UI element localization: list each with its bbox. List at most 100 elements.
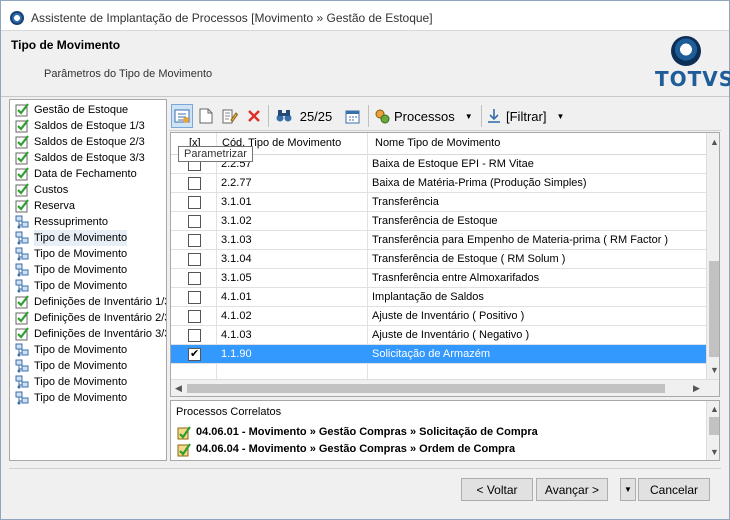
table-row[interactable]: 3.1.02 Transferência de Estoque	[171, 212, 706, 231]
wizard-step-label: Custos	[34, 184, 69, 196]
related-vertical-scrollbar[interactable]: ▲ ▼	[706, 401, 719, 460]
row-code: 3.1.03	[221, 234, 252, 246]
page-title: Tipo de Movimento	[11, 38, 121, 52]
wizard-step-label: Definições de Inventário 3/3	[34, 328, 167, 340]
row-name: Baixa de Estoque EPI - RM Vitae	[372, 158, 534, 170]
row-checkbox[interactable]	[188, 253, 201, 266]
wizard-step-label: Saldos de Estoque 2/3	[34, 136, 145, 148]
related-process-label: 04.06.01 - Movimento » Gestão Compras » …	[196, 426, 538, 438]
new-record-button[interactable]	[195, 104, 217, 128]
wizard-step-label: Tipo de Movimento	[34, 392, 128, 404]
step-icon	[15, 359, 29, 373]
scroll-right-icon: ▶	[693, 383, 700, 393]
related-processes-title: Processos Correlatos	[176, 406, 282, 418]
grid-toolbar: 25/25 Processos ▼ [Filtrar] ▼	[169, 101, 721, 131]
check-icon	[15, 327, 29, 341]
step-icon	[15, 247, 29, 261]
wizard-window: Assistente de Implantação de Processos […	[0, 0, 730, 520]
step-icon	[15, 231, 29, 245]
scroll-thumb[interactable]	[187, 384, 665, 393]
cancel-button[interactable]: Cancelar	[638, 478, 710, 501]
row-name: Baixa de Matéria-Prima (Produção Simples…	[372, 177, 587, 189]
grid-horizontal-scrollbar[interactable]: ◀ ▶	[171, 379, 719, 396]
delete-icon	[248, 110, 260, 122]
scroll-down-icon: ▼	[710, 447, 719, 457]
table-row[interactable]: 4.1.01 Implantação de Saldos	[171, 288, 706, 307]
options-dropdown-button[interactable]: ▼	[620, 478, 636, 501]
totvs-logo-icon	[671, 36, 701, 66]
row-checkbox[interactable]	[188, 329, 201, 342]
tipo-movimento-grid: [x] Cód. Tipo de Movimento Nome Tipo de …	[170, 132, 720, 397]
row-name: Solicitação de Armazém	[372, 348, 490, 360]
row-code: 4.1.01	[221, 291, 252, 303]
row-name: Ajuste de Inventário ( Positivo )	[372, 310, 525, 322]
wizard-steps-list: Gestão de Estoque Saldos de Estoque 1/3 Sa…	[9, 99, 167, 461]
row-name: Implantação de Saldos	[372, 291, 484, 303]
wizard-step-label: Saldos de Estoque 1/3	[34, 120, 145, 132]
table-row[interactable]: 4.1.02 Ajuste de Inventário ( Positivo )	[171, 307, 706, 326]
row-code: 3.1.04	[221, 253, 252, 265]
new-document-icon	[199, 108, 213, 124]
row-checkbox[interactable]	[188, 177, 201, 190]
parametrize-icon	[174, 109, 190, 123]
check-icon	[15, 167, 29, 181]
check-icon	[15, 151, 29, 165]
row-checkbox[interactable]	[188, 196, 201, 209]
parametrizar-button[interactable]	[171, 104, 193, 128]
row-checkbox[interactable]	[188, 234, 201, 247]
row-checkbox[interactable]	[188, 291, 201, 304]
row-name: Transferência para Empenho de Materia-pr…	[372, 234, 669, 246]
table-row[interactable]: 4.1.03 Ajuste de Inventário ( Negativo )	[171, 326, 706, 345]
table-row[interactable]: 3.1.03 Transferência para Empenho de Mate…	[171, 231, 706, 250]
check-icon	[15, 199, 29, 213]
edit-record-button[interactable]	[219, 104, 241, 128]
window-title: Assistente de Implantação de Processos […	[31, 11, 433, 25]
row-name: Transferência de Estoque ( RM Solum )	[372, 253, 566, 265]
row-name: Transferência	[372, 196, 439, 208]
row-checkbox[interactable]	[188, 215, 201, 228]
step-icon	[15, 279, 29, 293]
row-checkbox[interactable]	[188, 272, 201, 285]
check-icon	[15, 119, 29, 133]
check-icon	[15, 295, 29, 309]
scroll-thumb[interactable]	[709, 261, 719, 357]
row-name: Ajuste de Inventário ( Negativo )	[372, 329, 530, 341]
step-icon	[15, 343, 29, 357]
check-icon	[15, 183, 29, 197]
header-name[interactable]: Nome Tipo de Movimento	[375, 137, 500, 149]
row-checkbox[interactable]	[188, 310, 201, 323]
row-checkbox[interactable]	[188, 347, 201, 361]
filtrar-label: [Filtrar]	[506, 108, 547, 124]
filtrar-dropdown[interactable]: [Filtrar] ▼	[487, 104, 573, 128]
table-row[interactable]: 3.1.01 Transferência	[171, 193, 706, 212]
table-row[interactable]: 3.1.05 Trasnferência entre Almoxarifados	[171, 269, 706, 288]
table-row[interactable]: 3.1.04 Transferência de Estoque ( RM Solu…	[171, 250, 706, 269]
delete-record-button[interactable]	[243, 104, 265, 128]
table-row[interactable]: 2.2.77 Baixa de Matéria-Prima (Produção S…	[171, 174, 706, 193]
grid-vertical-scrollbar[interactable]: ▲ ▼	[706, 133, 719, 379]
scroll-up-icon: ▲	[710, 137, 719, 147]
scroll-thumb[interactable]	[709, 417, 719, 435]
next-button[interactable]: Avançar >	[536, 478, 608, 501]
calendar-button[interactable]	[341, 104, 363, 128]
back-button[interactable]: < Voltar	[461, 478, 533, 501]
step-icon	[15, 215, 29, 229]
row-name: Transferência de Estoque	[372, 215, 498, 227]
wizard-step-label: Tipo de Movimento	[34, 248, 128, 260]
check-icon	[15, 311, 29, 325]
page-subtitle: Parâmetros do Tipo de Movimento	[44, 68, 213, 80]
row-code: 1.1.90	[221, 348, 252, 360]
processos-label: Processos	[394, 108, 455, 124]
table-row[interactable]: 1.1.90 Solicitação de Armazém	[171, 345, 706, 364]
wizard-step-label: Definições de Inventário 2/3	[34, 312, 167, 324]
wizard-step-label: Reserva	[34, 200, 75, 212]
calendar-icon	[345, 110, 359, 123]
wizard-step-label: Ressuprimento	[34, 216, 108, 228]
check-icon	[15, 135, 29, 149]
processos-dropdown[interactable]: Processos ▼	[374, 104, 478, 128]
binoculars-icon	[276, 110, 292, 122]
filter-icon	[488, 109, 500, 123]
edit-icon	[222, 109, 238, 124]
app-icon	[10, 11, 24, 25]
search-button[interactable]	[273, 104, 295, 128]
